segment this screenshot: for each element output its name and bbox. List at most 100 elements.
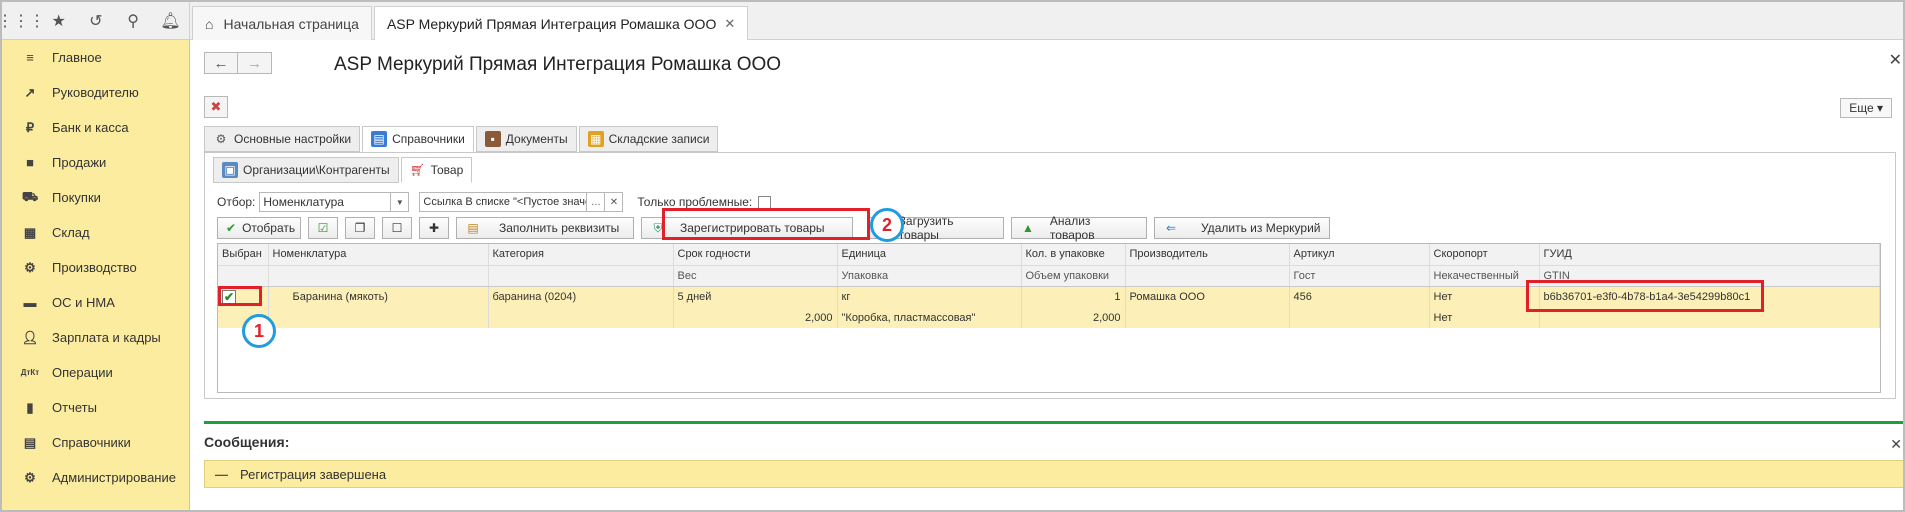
bell-icon[interactable]: 🔔︎ xyxy=(152,2,189,40)
message-item[interactable]: — Регистрация завершена xyxy=(204,460,1903,488)
step-badge-1: 1 xyxy=(242,314,276,348)
analyze-icon: ▲ xyxy=(1022,221,1034,235)
close-tab-icon[interactable]: ✕ xyxy=(724,16,735,32)
sidebar-item-salary[interactable]: 👤︎ Зарплата и кадры xyxy=(2,320,189,355)
col-weight[interactable]: Вес xyxy=(673,265,838,287)
sidebar-item-warehouse[interactable]: ▦ Склад xyxy=(2,215,189,250)
col-guid[interactable]: ГУИД xyxy=(1539,244,1880,266)
organization-icon: ▣ xyxy=(222,162,238,178)
sidebar-item-label: Покупки xyxy=(52,190,101,205)
col-manufacturer[interactable]: Производитель xyxy=(1125,244,1290,266)
sidebar-item-admin[interactable]: ⚙ Администрирование xyxy=(2,460,189,495)
home-icon: ⌂ xyxy=(205,15,214,32)
factory-icon: ⚙ xyxy=(24,259,36,275)
sidebar-item-catalogs[interactable]: ▤ Справочники xyxy=(2,425,189,460)
col-nomenclature[interactable]: Номенклатура xyxy=(268,244,489,266)
add-icon: ✚ xyxy=(428,221,440,235)
search-icon[interactable]: ⚲ xyxy=(115,2,152,40)
uncheck-all-button[interactable]: ☐ xyxy=(382,217,412,239)
filter-clear-button[interactable]: ✕ xyxy=(605,192,624,212)
add-row-button[interactable]: ✚ xyxy=(419,217,449,239)
warehouse-icon: ▦ xyxy=(23,224,37,240)
bag-icon: ■ xyxy=(26,155,34,170)
col-perishable[interactable]: Скоропорт xyxy=(1429,244,1540,266)
chevron-down-icon[interactable]: ▼ xyxy=(390,193,408,211)
divider xyxy=(204,421,1903,424)
col-qty-pack[interactable]: Кол. в упаковке xyxy=(1021,244,1126,266)
select-button[interactable]: ✔ Отобрать xyxy=(217,217,301,239)
col-category[interactable]: Категория xyxy=(488,244,674,266)
forward-button[interactable]: → xyxy=(238,52,272,74)
nav-buttons: ← → xyxy=(204,52,272,74)
filter-condition-input[interactable]: Ссылка В списке "<Пустое значение>; ... xyxy=(419,192,588,212)
cell-article: 456 xyxy=(1289,286,1430,307)
sidebar-item-reports[interactable]: ▮ Отчеты xyxy=(2,390,189,425)
col-low-quality[interactable]: Некачественный xyxy=(1429,265,1540,287)
tab-label: Справочники xyxy=(392,132,465,146)
filter-condition-value: Ссылка В списке "<Пустое значение>; ... xyxy=(423,196,586,208)
tab-label: Складские записи xyxy=(608,132,710,146)
boxes-icon: ▦ xyxy=(587,131,604,147)
grid-icon[interactable]: ⋮⋮⋮ xyxy=(2,2,45,40)
col-package[interactable]: Упаковка xyxy=(837,265,1022,287)
tab-warehouse-records[interactable]: ▦ Складские записи xyxy=(578,126,719,152)
sidebar-item-label: Администрирование xyxy=(52,470,176,485)
tab-documents[interactable]: ▪ Документы xyxy=(475,126,577,152)
tab-label: Документы xyxy=(505,132,568,146)
sidebar-item-assets[interactable]: ▬ ОС и НМА xyxy=(2,285,189,320)
filter-select-button[interactable]: … xyxy=(587,192,606,212)
star-icon[interactable]: ★ xyxy=(40,2,77,40)
close-messages-icon[interactable]: ✕ xyxy=(1890,436,1902,453)
sidebar-item-label: Банк и касса xyxy=(52,120,129,135)
tools-icon[interactable]: ✖ xyxy=(204,96,228,118)
col-shelf-life[interactable]: Срок годности xyxy=(673,244,838,266)
sidebar-item-label: Справочники xyxy=(52,435,131,450)
back-button[interactable]: ← xyxy=(204,52,238,74)
tab-asp-mercury[interactable]: ASP Меркурий Прямая Интеграция Ромашка О… xyxy=(373,6,749,40)
sidebar-item-sales[interactable]: ■ Продажи xyxy=(2,145,189,180)
cell-nomenclature: Баранина (мякоть) xyxy=(268,286,489,307)
tab-basic-settings[interactable]: ⚙ Основные настройки xyxy=(204,126,361,152)
col-gost[interactable]: Гост xyxy=(1289,265,1430,287)
subtabs: ▣ Организации\Контрагенты 🛒︎ Товар xyxy=(213,157,474,183)
history-icon[interactable]: ↺ xyxy=(77,2,114,40)
col-selected[interactable]: Выбран xyxy=(218,244,269,266)
col-empty xyxy=(218,265,269,287)
form-tabs: ⚙ Основные настройки ▤ Справочники ▪ Докуме… xyxy=(204,126,720,152)
sidebar-item-purchases[interactable]: ⛟ Покупки xyxy=(2,180,189,215)
tab-home-label: Начальная страница xyxy=(223,15,359,32)
subtab-goods[interactable]: 🛒︎ Товар xyxy=(400,157,473,183)
uncheck-all-icon: ☐ xyxy=(391,221,403,235)
window-tabs: ⌂ Начальная страница ASP Меркурий Прямая… xyxy=(192,6,750,40)
col-unit[interactable]: Единица xyxy=(837,244,1022,266)
fill-details-label: Заполнить реквизиты xyxy=(499,221,620,235)
sidebar-item-manager[interactable]: ↗ Руководителю xyxy=(2,75,189,110)
delete-from-mercury-button[interactable]: ⇐ Удалить из Меркурий xyxy=(1154,217,1330,239)
col-empty xyxy=(268,265,489,287)
sidebar-item-bank[interactable]: ₽ Банк и касса xyxy=(2,110,189,145)
more-button[interactable]: Еще ▾ xyxy=(1840,98,1892,118)
analyze-goods-button[interactable]: ▲ Анализ товаров xyxy=(1011,214,1147,242)
page-title: ASP Меркурий Прямая Интеграция Ромашка О… xyxy=(334,54,782,75)
close-form-icon[interactable]: ✕ xyxy=(1889,50,1902,70)
problem-only-checkbox[interactable] xyxy=(758,195,772,209)
col-article[interactable]: Артикул xyxy=(1289,244,1430,266)
minus-icon: — xyxy=(215,466,228,482)
cell-unit: кг xyxy=(837,286,1022,307)
col-pack-volume[interactable]: Объем упаковки xyxy=(1021,265,1126,287)
subtab-organizations[interactable]: ▣ Организации\Контрагенты xyxy=(213,157,399,183)
copy-button[interactable]: ❐ xyxy=(345,217,375,239)
copy-icon: ❐ xyxy=(354,221,366,235)
tab-catalogs[interactable]: ▤ Справочники xyxy=(362,126,474,152)
arrow-left-icon: ← xyxy=(213,54,229,72)
tab-home[interactable]: ⌂ Начальная страница xyxy=(192,6,372,40)
filter-field-select[interactable]: Номенклатура ▼ xyxy=(259,192,410,212)
catalog-icon: ▤ xyxy=(371,131,388,147)
sidebar-item-production[interactable]: ⚙ Производство xyxy=(2,250,189,285)
sidebar-item-label: Склад xyxy=(52,225,90,240)
sidebar-item-main[interactable]: ≡ Главное xyxy=(2,40,189,75)
fill-details-button[interactable]: ▤ Заполнить реквизиты xyxy=(456,217,634,239)
sidebar-item-operations[interactable]: ДтКт Операции xyxy=(2,355,189,390)
check-all-button[interactable]: ☑ xyxy=(308,217,338,239)
window: ⋮⋮⋮ ★ ↺ ⚲ 🔔︎ ⌂ Начальная страница ASP Ме… xyxy=(0,0,1905,512)
